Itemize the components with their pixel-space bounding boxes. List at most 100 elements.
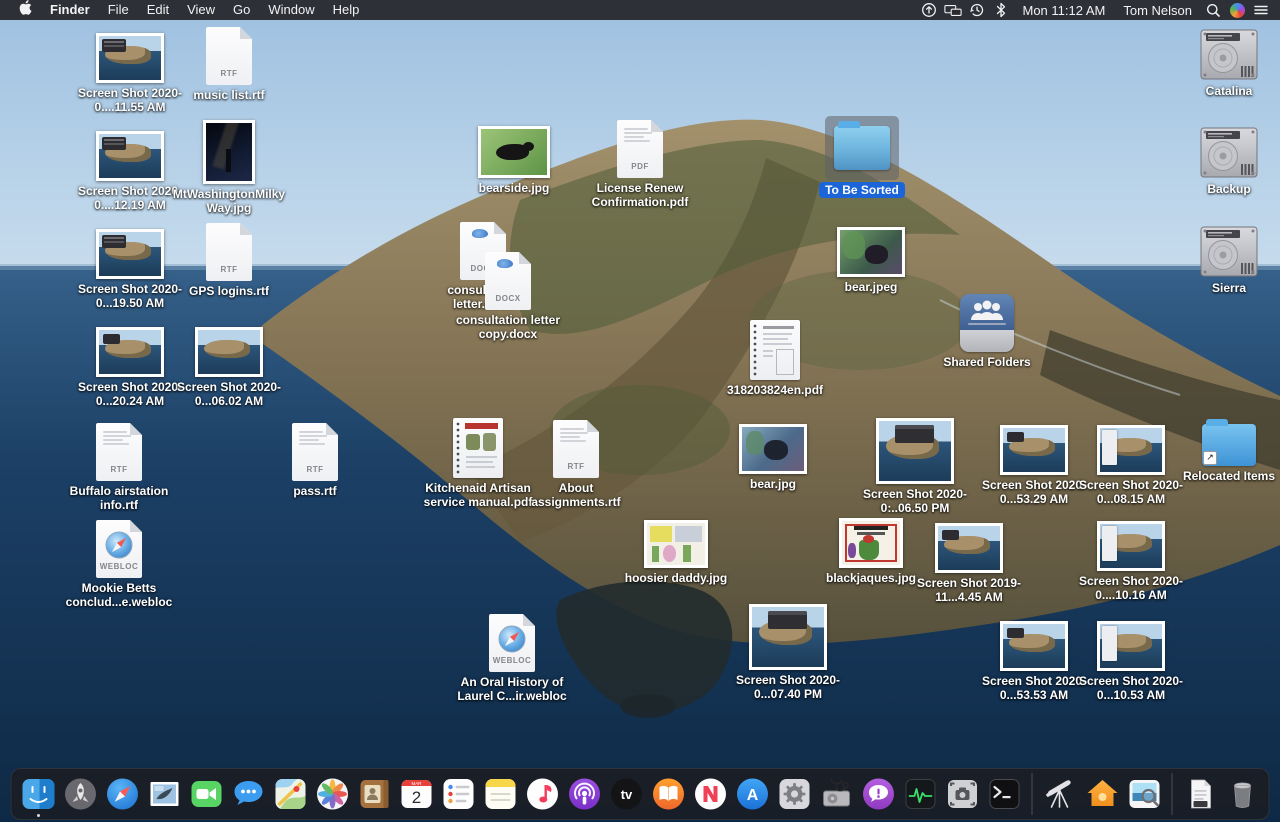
desktop-icon-shared-folders[interactable]: Shared Folders bbox=[928, 294, 1046, 369]
dock-finder-icon[interactable] bbox=[20, 776, 57, 813]
menu-app-name[interactable]: Finder bbox=[41, 0, 99, 20]
bluetooth-icon[interactable] bbox=[992, 1, 1010, 19]
desktop-icon-screen-shot-2020-0-06-02-am[interactable]: Screen Shot 2020-0...06.02 AM bbox=[170, 327, 288, 408]
desktop-icon-318203824en-pdf[interactable]: 318203824en.pdf bbox=[716, 320, 834, 397]
file-label: pass.rtf bbox=[293, 484, 336, 498]
dock-preview-icon[interactable] bbox=[1126, 776, 1163, 813]
menu-file[interactable]: File bbox=[99, 0, 138, 20]
file-icon-art bbox=[478, 126, 550, 178]
desktop-icon-screen-shot-2020-0-10-16-am[interactable]: Screen Shot 2020-0....10.16 AM bbox=[1072, 521, 1190, 602]
dock-mail-icon[interactable] bbox=[146, 776, 183, 813]
file-icon-art bbox=[1198, 28, 1260, 81]
desktop-icon-bear-jpeg[interactable]: bear.jpeg bbox=[812, 227, 930, 294]
desktop-icon-sierra[interactable]: Sierra bbox=[1170, 225, 1280, 295]
dock-home-icon[interactable] bbox=[1084, 776, 1121, 813]
siri-icon[interactable] bbox=[1228, 1, 1246, 19]
menu-go[interactable]: Go bbox=[224, 0, 259, 20]
file-label: Sierra bbox=[1212, 281, 1246, 295]
file-label: music list.rtf bbox=[193, 88, 264, 102]
dock-podcasts-icon[interactable] bbox=[566, 776, 603, 813]
dock-notes-icon[interactable] bbox=[482, 776, 519, 813]
file-icon-art: PDF bbox=[617, 120, 663, 178]
image-thumbnail-icon bbox=[203, 120, 255, 184]
menu-items: FileEditViewGoWindowHelp bbox=[99, 0, 369, 20]
image-thumbnail-icon bbox=[1000, 621, 1068, 671]
desktop-icon-backup[interactable]: Backup bbox=[1170, 126, 1280, 196]
desktop-icon-bear-jpg[interactable]: bear.jpg bbox=[714, 424, 832, 491]
file-page-icon: WEBLOC bbox=[489, 614, 535, 672]
notification-center-icon[interactable] bbox=[1252, 1, 1270, 19]
menu-view[interactable]: View bbox=[178, 0, 224, 20]
menu-user-name[interactable]: Tom Nelson bbox=[1117, 3, 1198, 18]
file-icon-art bbox=[1000, 425, 1068, 475]
desktop-icon-music-list-rtf[interactable]: RTF music list.rtf bbox=[170, 27, 288, 102]
dock-safari-icon[interactable] bbox=[104, 776, 141, 813]
dock-disk-tool-icon[interactable] bbox=[818, 776, 855, 813]
dock-music-icon[interactable] bbox=[524, 776, 561, 813]
dock-contacts-icon[interactable] bbox=[356, 776, 393, 813]
dock-recent-document-icon[interactable] bbox=[1182, 776, 1219, 813]
desktop-icon-to-be-sorted[interactable]: To Be Sorted bbox=[803, 116, 921, 197]
desktop-icon-bearside-jpg[interactable]: bearside.jpg bbox=[455, 126, 573, 195]
displays-icon[interactable] bbox=[944, 1, 962, 19]
dock-app-store-icon[interactable]: A bbox=[734, 776, 771, 813]
desktop-icon-buffalo-airstation-info-rtf[interactable]: RTF Buffalo airstation info.rtf bbox=[60, 423, 178, 512]
desktop-icon-screen-shot-2020-0-06-50-pm[interactable]: Screen Shot 2020-0:..06.50 PM bbox=[856, 418, 974, 515]
apple-menu[interactable] bbox=[10, 0, 41, 21]
desktop-icon-screen-shot-2019-11-4-45-am[interactable]: Screen Shot 2019-11...4.45 AM bbox=[910, 523, 1028, 604]
dock-trash-icon[interactable] bbox=[1224, 776, 1261, 813]
desktop: Finder FileEditViewGoWindowHelp Mon 11:1… bbox=[0, 0, 1280, 822]
menu-help[interactable]: Help bbox=[324, 0, 369, 20]
desktop-icon-relocated-items[interactable]: ↗ Relocated Items bbox=[1170, 424, 1280, 483]
file-icon-art: RTF bbox=[206, 27, 252, 85]
dock-terminal-icon[interactable] bbox=[986, 776, 1023, 813]
dock-photos-icon[interactable] bbox=[314, 776, 351, 813]
spotlight-icon[interactable] bbox=[1204, 1, 1222, 19]
desktop-icon-pass-rtf[interactable]: RTF pass.rtf bbox=[256, 423, 374, 498]
desktop-icon-mookie-betts-conclud-e-webloc[interactable]: WEBLOC Mookie Betts conclud...e.webloc bbox=[60, 520, 178, 609]
dock-books-icon[interactable] bbox=[650, 776, 687, 813]
menu-clock[interactable]: Mon 11:12 AM bbox=[1016, 3, 1111, 18]
file-icon-art: DOCX bbox=[485, 252, 531, 310]
image-thumbnail-icon bbox=[1000, 425, 1068, 475]
dock-system-monitor-icon[interactable] bbox=[902, 776, 939, 813]
dock-reminders-icon[interactable] bbox=[440, 776, 477, 813]
menu-bar-left: Finder FileEditViewGoWindowHelp bbox=[10, 0, 368, 21]
dock-launchpad-icon[interactable] bbox=[62, 776, 99, 813]
hard-drive-icon bbox=[1198, 28, 1260, 81]
dock-maps-icon[interactable] bbox=[272, 776, 309, 813]
image-thumbnail-icon bbox=[96, 33, 164, 83]
file-page-icon: DOCX bbox=[485, 252, 531, 310]
dock-feedback-assistant-icon[interactable] bbox=[860, 776, 897, 813]
dock-tv-icon[interactable]: tv bbox=[608, 776, 645, 813]
desktop-icon-hoosier-daddy-jpg[interactable]: hoosier daddy.jpg bbox=[617, 520, 735, 585]
file-label: Screen Shot 2020-0...07.40 PM bbox=[729, 673, 847, 701]
desktop-icon-mtwashingtonmilkyway-jpg[interactable]: MtWashingtonMilkyWay.jpg bbox=[170, 120, 288, 215]
file-icon-art bbox=[839, 518, 903, 568]
image-thumbnail-icon bbox=[876, 418, 954, 484]
dock-system-preferences-icon[interactable] bbox=[776, 776, 813, 813]
file-icon-art bbox=[96, 229, 164, 279]
image-thumbnail-icon bbox=[478, 126, 550, 178]
dock-messages-icon[interactable] bbox=[230, 776, 267, 813]
dock-screenshot-utility-icon[interactable] bbox=[944, 776, 981, 813]
desktop-icon-about-assignments-rtf[interactable]: RTF About assignments.rtf bbox=[517, 420, 635, 509]
desktop-icon-screen-shot-2020-0-10-53-am[interactable]: Screen Shot 2020-0...10.53 AM bbox=[1072, 621, 1190, 702]
file-icon-art: WEBLOC bbox=[489, 614, 535, 672]
alias-folder-icon: ↗ bbox=[1202, 424, 1256, 466]
software-update-icon[interactable] bbox=[920, 1, 938, 19]
dock-calendar-icon[interactable]: MAR2 bbox=[398, 776, 435, 813]
file-icon-art bbox=[960, 294, 1014, 352]
desktop-icon-gps-logins-rtf[interactable]: RTF GPS logins.rtf bbox=[170, 223, 288, 298]
time-machine-icon[interactable] bbox=[968, 1, 986, 19]
desktop-icon-screen-shot-2020-0-07-40-pm[interactable]: Screen Shot 2020-0...07.40 PM bbox=[729, 604, 847, 701]
desktop-icon-catalina[interactable]: Catalina bbox=[1170, 28, 1280, 98]
menu-window[interactable]: Window bbox=[259, 0, 323, 20]
desktop-icon-an-oral-history-of-laurel-c-ir-webloc[interactable]: WEBLOC An Oral History of Laurel C...ir.… bbox=[453, 614, 571, 703]
dock-news-icon[interactable] bbox=[692, 776, 729, 813]
menu-edit[interactable]: Edit bbox=[138, 0, 178, 20]
dock-facetime-icon[interactable] bbox=[188, 776, 225, 813]
dock-telescope-app-icon[interactable] bbox=[1042, 776, 1079, 813]
desktop-icon-consultation-letter-copy-docx[interactable]: DOCX consultation letter copy.docx bbox=[449, 252, 567, 341]
desktop-icon-license-renew-confirmation-pdf[interactable]: PDF License Renew Confirmation.pdf bbox=[581, 120, 699, 209]
